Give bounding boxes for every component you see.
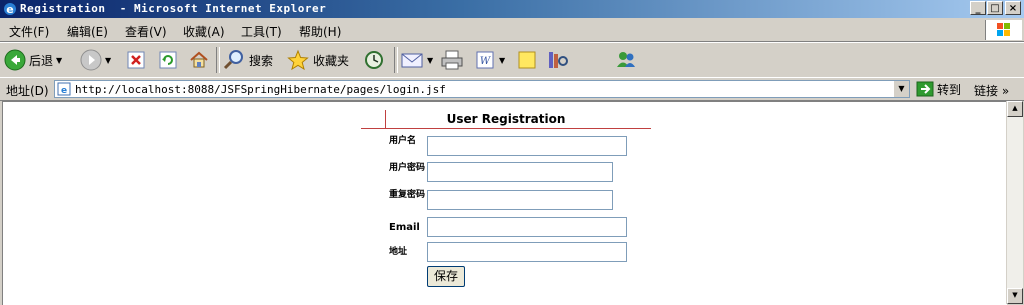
messenger-icon	[617, 52, 635, 67]
password-input[interactable]	[427, 162, 613, 182]
page-icon: e	[57, 82, 71, 96]
close-button[interactable]: ×	[1005, 1, 1021, 15]
research-button[interactable]	[546, 48, 570, 72]
stop-button[interactable]	[126, 48, 146, 72]
menu-view[interactable]: 查看(V)	[125, 23, 167, 40]
favorites-label: 收藏夹	[313, 53, 350, 68]
scroll-up-icon[interactable]: ▲	[1007, 101, 1023, 117]
maximize-button[interactable]: □	[987, 1, 1003, 15]
menu-help[interactable]: 帮助(H)	[299, 23, 341, 40]
home-button[interactable]	[188, 48, 210, 72]
forward-arrow-icon	[80, 49, 102, 71]
menu-file[interactable]: 文件(F)	[9, 23, 49, 40]
address-label: 地址(D)	[6, 84, 49, 98]
forward-dropdown-icon[interactable]: ▼	[105, 56, 111, 65]
search-label: 搜索	[249, 53, 274, 68]
svg-text:e: e	[61, 86, 67, 96]
print-button[interactable]	[440, 48, 464, 72]
toolbar-separator	[216, 47, 220, 73]
links-button[interactable]: 链接 »	[974, 82, 1009, 99]
home-icon	[190, 51, 208, 68]
address-dropdown-icon[interactable]: ▼	[893, 81, 909, 97]
username-label: 用户名	[389, 136, 417, 146]
star-icon	[287, 49, 309, 71]
go-button[interactable]: 转到	[916, 80, 961, 98]
menu-favorites[interactable]: 收藏(A)	[183, 23, 225, 40]
title-bar: e Registration - Microsoft Internet Expl…	[0, 0, 1024, 18]
minimize-button[interactable]: _	[970, 1, 986, 15]
toolbar-separator	[394, 47, 398, 73]
menu-edit[interactable]: 编辑(E)	[67, 23, 108, 40]
address-field-label: 地址	[389, 247, 408, 257]
vertical-scrollbar[interactable]: ▲ ▼	[1006, 101, 1023, 304]
address-bar: 地址(D) e http://localhost:8088/JSFSpringH…	[0, 77, 1024, 101]
back-dropdown-icon[interactable]: ▼	[56, 56, 62, 65]
email-input[interactable]	[427, 217, 627, 237]
favorites-button[interactable]: 收藏夹	[286, 48, 349, 72]
search-button[interactable]: 搜索	[222, 48, 273, 72]
chevron-right-icon: »	[1001, 84, 1010, 98]
refresh-icon	[159, 51, 177, 69]
email-label: Email	[389, 222, 420, 233]
mail-dropdown-icon[interactable]: ▼	[427, 56, 433, 65]
form-title: User Registration	[446, 112, 566, 126]
svg-text:e: e	[6, 3, 13, 16]
toolbar: 后退 ▼ ▼ 搜索 收藏夹 ▼ W ▼	[0, 42, 1024, 78]
address-field-input[interactable]	[427, 242, 627, 262]
word-icon: W	[476, 51, 494, 69]
form-header: User Registration	[361, 110, 651, 129]
svg-text:W: W	[480, 56, 491, 67]
address-input[interactable]: e http://localhost:8088/JSFSpringHiberna…	[54, 80, 910, 98]
windows-logo-icon	[985, 20, 1022, 40]
scroll-track[interactable]	[1007, 117, 1023, 287]
refresh-button[interactable]	[158, 48, 178, 72]
research-icon	[549, 52, 568, 68]
scroll-down-icon[interactable]: ▼	[1007, 288, 1023, 304]
password-label: 用户密码	[389, 163, 426, 173]
window-title: Registration - Microsoft Internet Explor…	[20, 2, 327, 15]
search-icon	[223, 50, 243, 70]
go-arrow-icon	[916, 81, 934, 97]
note-icon	[518, 51, 536, 69]
mail-icon	[401, 53, 423, 68]
messenger-button[interactable]	[614, 48, 638, 72]
printer-icon	[441, 50, 463, 70]
discuss-button[interactable]	[516, 48, 538, 72]
go-label: 转到	[937, 82, 962, 97]
links-label: 链接	[974, 84, 999, 98]
back-label: 后退	[29, 53, 54, 68]
ie-icon: e	[4, 3, 16, 16]
history-button[interactable]	[362, 48, 386, 72]
address-url: http://localhost:8088/JSFSpringHibernate…	[75, 83, 446, 96]
history-icon	[365, 51, 383, 69]
stop-icon	[127, 51, 145, 69]
back-button[interactable]: 后退 ▼	[4, 48, 62, 72]
forward-button[interactable]: ▼	[80, 48, 111, 72]
repeat-password-label: 重复密码	[389, 190, 426, 200]
edit-dropdown-icon[interactable]: ▼	[499, 56, 505, 65]
username-input[interactable]	[427, 136, 627, 156]
menu-tools[interactable]: 工具(T)	[241, 23, 282, 40]
back-arrow-icon	[4, 49, 26, 71]
edit-button[interactable]: W ▼	[474, 48, 505, 72]
mail-button[interactable]: ▼	[400, 48, 433, 72]
page-content: User Registration 用户名 用户密码 重复密码 Email 地址…	[2, 101, 1007, 305]
save-button[interactable]: 保存	[427, 266, 465, 287]
menu-bar: 文件(F) 编辑(E) 查看(V) 收藏(A) 工具(T) 帮助(H)	[0, 19, 1024, 42]
repeat-password-input[interactable]	[427, 190, 613, 210]
